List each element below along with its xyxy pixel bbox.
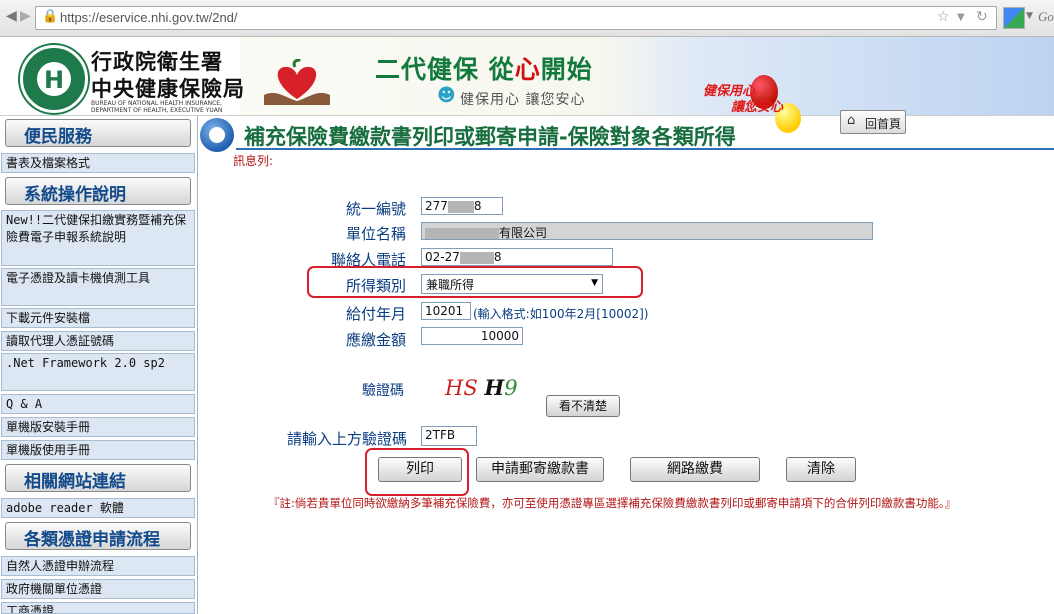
- sidebar-section-services[interactable]: 便民服務: [5, 119, 191, 147]
- banner-sub-slogan: 健保用心 讓您安心: [460, 92, 586, 108]
- sidebar-item-citizen-cert[interactable]: 自然人憑證申辦流程: [1, 556, 195, 576]
- amount-field[interactable]: 10000: [421, 327, 523, 345]
- banner-slogan2-line2: 讓您安心: [731, 100, 784, 115]
- sidebar-item-download-components[interactable]: 下載元件安裝檔: [1, 308, 195, 328]
- url-text[interactable]: https://eservice.nhi.gov.tw/2nd/: [60, 10, 238, 25]
- captcha-input-label: 請輸入上方驗證碼: [287, 430, 408, 448]
- nhi-logo[interactable]: H: [20, 45, 88, 113]
- captcha-refresh-button[interactable]: 看不清楚: [546, 395, 620, 417]
- sidebar-item-business-cert[interactable]: 工商憑證: [1, 602, 195, 614]
- company-field: 有限公司: [421, 222, 873, 240]
- tax-id-label: 統一編號: [346, 200, 407, 218]
- sidebar-item-qa[interactable]: Q & A: [1, 394, 195, 414]
- pay-month-label: 給付年月: [346, 305, 407, 323]
- forward-icon[interactable]: ▶: [20, 8, 31, 24]
- company-label: 單位名稱: [346, 225, 407, 243]
- home-button[interactable]: ⌂ 回首頁: [840, 110, 906, 134]
- captcha-input[interactable]: 2TFB: [421, 426, 477, 446]
- highlight-print-button: [365, 448, 469, 496]
- reload-icon[interactable]: ↻: [976, 9, 988, 25]
- sidebar-item-nhi2-guide[interactable]: New!!二代健保扣繳實務暨補充保險費電子申報系統說明: [1, 210, 195, 266]
- page-title: 補充保險費繳款書列印或郵寄申請-保險對象各類所得: [244, 125, 736, 149]
- pay-month-field[interactable]: 10201: [421, 302, 471, 320]
- org-english-line2: DEPARTMENT OF HEALTH, EXECUTIVE YUAN: [91, 107, 223, 114]
- sidebar-item-agent-cert[interactable]: 讀取代理人憑証號碼: [1, 331, 195, 351]
- title-divider: [236, 148, 1054, 150]
- org-name-line1: 行政院衛生署: [91, 49, 223, 74]
- redacted-block: [447, 200, 474, 213]
- org-name-line2: 中央健康保險局: [91, 76, 245, 101]
- sidebar-item-gov-cert[interactable]: 政府機關單位憑證: [1, 579, 195, 599]
- message-bar-label: 訊息列:: [233, 154, 274, 168]
- org-english-line1: BUREAU OF NATIONAL HEALTH INSURANCE,: [91, 100, 222, 107]
- sidebar-item-dotnet[interactable]: .Net Framework 2.0 sp2: [1, 353, 195, 391]
- amount-label: 應繳金額: [346, 331, 407, 349]
- clear-button[interactable]: 清除: [786, 457, 856, 482]
- home-icon: ⌂: [847, 113, 856, 128]
- tax-id-field[interactable]: 277 8: [421, 197, 503, 215]
- title-bullet-icon: [200, 118, 234, 152]
- online-pay-button[interactable]: 網路繳費: [630, 457, 760, 482]
- sidebar-section-system-guide[interactable]: 系統操作說明: [5, 177, 191, 205]
- back-icon[interactable]: ◀: [6, 8, 17, 24]
- site-banner: H 行政院衛生署 中央健康保險局 BUREAU OF NATIONAL HEAL…: [0, 37, 1054, 134]
- banner-slogan: 二代健保 從心開始: [375, 55, 593, 84]
- sidebar-item-user-manual[interactable]: 單機版使用手冊: [1, 440, 195, 460]
- lock-icon: 🔒: [42, 9, 59, 24]
- browser-toolbar: ◀ ▶ 🔒 https://eservice.nhi.gov.tw/2nd/ ☆…: [0, 0, 1054, 37]
- sidebar-item-forms[interactable]: 書表及檔案格式: [1, 153, 195, 173]
- sidebar-item-card-reader-test[interactable]: 電子憑證及讀卡機偵測工具: [1, 268, 195, 306]
- sidebar: 便民服務 書表及檔案格式 系統操作說明 New!!二代健保扣繳實務暨補充保險費電…: [0, 116, 198, 614]
- pay-month-hint: (輸入格式:如100年2月[10002]): [473, 307, 649, 321]
- google-icon[interactable]: [1003, 7, 1025, 29]
- redacted-block: [425, 227, 499, 239]
- people-icon: ☻: [437, 85, 456, 106]
- sidebar-section-related-links[interactable]: 相關網站連結: [5, 464, 191, 492]
- search-engine-dropdown-icon[interactable]: ▼: [1026, 11, 1033, 21]
- phone-field[interactable]: 02-27 8: [421, 248, 613, 266]
- heart-in-hands-icon: [264, 59, 330, 105]
- highlight-income-type: [307, 266, 643, 298]
- redacted-block: [459, 251, 494, 264]
- captcha-image: HS H9: [445, 375, 518, 400]
- dropdown-arrow-icon[interactable]: ▼: [957, 12, 965, 23]
- sidebar-section-cert-process[interactable]: 各類憑證申請流程: [5, 522, 191, 550]
- sidebar-item-install-manual[interactable]: 單機版安裝手冊: [1, 417, 195, 437]
- captcha-label: 驗證碼: [362, 383, 404, 399]
- address-bar[interactable]: 🔒 https://eservice.nhi.gov.tw/2nd/ ☆ ▼ ↻: [35, 6, 997, 30]
- search-box-hint[interactable]: Go: [1038, 9, 1054, 25]
- footnote: 『註:倘若貴單位同時欲繳納多筆補充保險費，亦可至使用憑證專區選擇補充保險費繳款書…: [268, 496, 957, 510]
- apply-mail-button[interactable]: 申請郵寄繳款書: [476, 457, 604, 482]
- bookmark-star-icon[interactable]: ☆: [937, 9, 950, 25]
- sidebar-item-adobe-reader[interactable]: adobe reader 軟體: [1, 498, 195, 518]
